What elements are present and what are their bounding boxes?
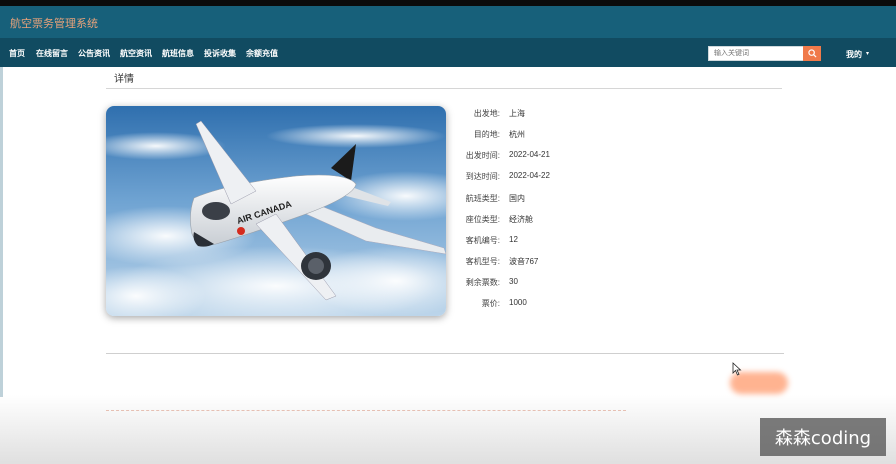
field-value-price: 1000 [509,298,527,307]
field-label-aircraft-model: 客机型号: [465,257,500,266]
left-edge-strip [0,67,3,397]
field-value-departure-time: 2022-04-21 [509,150,550,159]
field-label-origin: 出发地: [473,109,500,118]
field-value-origin: 上海 [509,109,525,118]
field-value-destination: 杭州 [509,130,525,139]
nav-item-home[interactable]: 首页 [9,48,25,59]
section-title: 详情 [114,74,134,85]
field-label-seat-type: 座位类型: [465,215,500,224]
field-label-departure-time: 出发时间: [465,151,500,160]
app-title: 航空票务管理系统 [10,18,98,30]
search-icon [807,49,817,58]
field-label-price: 票价: [481,299,500,308]
field-value-flight-type: 国内 [509,194,525,203]
field-value-arrival-time: 2022-04-22 [509,171,550,180]
search-input[interactable] [708,46,804,61]
field-label-remaining-tickets: 剩余票数: [465,278,500,287]
field-label-flight-type: 航班类型: [465,194,500,203]
mouse-cursor-icon [732,362,742,376]
divider [106,353,784,354]
field-label-destination: 目的地: [473,130,500,139]
field-value-seat-type: 经济舱 [509,215,533,224]
nav-item-flights[interactable]: 航班信息 [162,48,194,59]
title-bar: 航空票务管理系统 [0,6,896,38]
nav-item-complaints[interactable]: 投诉收集 [204,48,236,59]
field-value-aircraft-model: 波音767 [509,257,539,266]
search-button[interactable] [803,46,821,61]
nav-item-recharge[interactable]: 余额充值 [246,48,278,59]
nav-item-messages[interactable]: 在线留言 [36,48,68,59]
watermark: 森森coding [760,418,886,456]
nav-item-aviation-news[interactable]: 航空资讯 [120,48,152,59]
field-label-arrival-time: 到达时间: [465,172,500,181]
field-value-aircraft-number: 12 [509,235,518,244]
divider [106,88,782,89]
nav-item-announcements[interactable]: 公告资讯 [78,48,110,59]
chevron-down-icon[interactable]: ▾ [866,50,869,57]
airplane-photo: AIR CANADA [106,106,446,316]
user-menu[interactable]: 我的 [846,49,862,60]
field-value-remaining-tickets: 30 [509,277,518,286]
flight-image: AIR CANADA [106,106,446,316]
field-label-aircraft-number: 客机编号: [465,236,500,245]
